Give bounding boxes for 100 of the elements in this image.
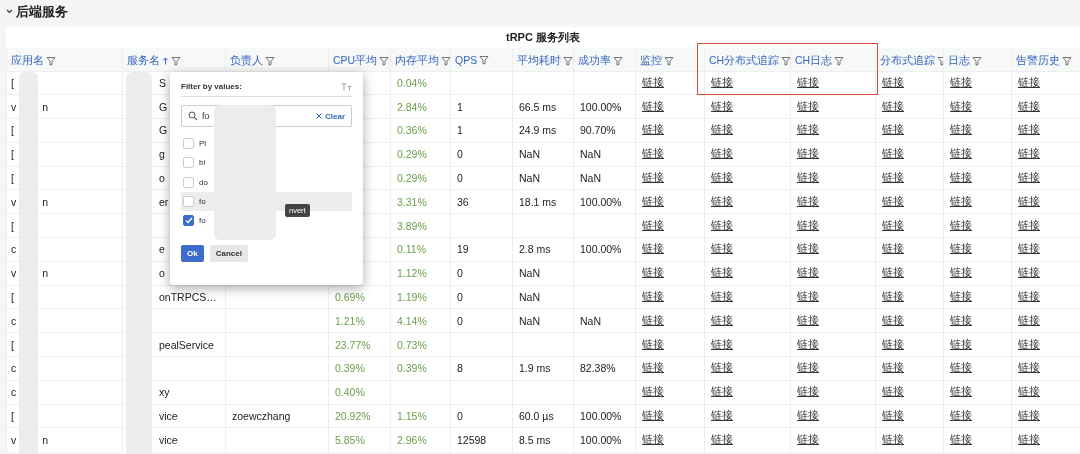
link[interactable]: 链接 bbox=[950, 242, 972, 255]
link[interactable]: 链接 bbox=[711, 385, 733, 398]
link[interactable]: 链接 bbox=[642, 147, 664, 160]
link[interactable]: 链接 bbox=[642, 290, 664, 303]
link[interactable]: 链接 bbox=[882, 218, 904, 231]
link[interactable]: 链接 bbox=[1018, 433, 1040, 446]
link[interactable]: 链接 bbox=[882, 433, 904, 446]
link[interactable]: 链接 bbox=[1018, 171, 1040, 184]
link[interactable]: 链接 bbox=[797, 147, 819, 160]
link[interactable]: 链接 bbox=[950, 409, 972, 422]
link[interactable]: 链接 bbox=[950, 266, 972, 279]
link[interactable]: 链接 bbox=[1018, 290, 1040, 303]
filter-icon[interactable] bbox=[265, 56, 275, 67]
link[interactable]: 链接 bbox=[797, 218, 819, 231]
link[interactable]: 链接 bbox=[711, 218, 733, 231]
link[interactable]: 链接 bbox=[711, 337, 733, 350]
link[interactable]: 链接 bbox=[797, 409, 819, 422]
link[interactable]: 链接 bbox=[950, 385, 972, 398]
option-label[interactable]: bi bbox=[199, 158, 206, 168]
link[interactable]: 链接 bbox=[882, 171, 904, 184]
link[interactable]: 链接 bbox=[950, 433, 972, 446]
link[interactable]: 链接 bbox=[950, 313, 972, 326]
link[interactable]: 链接 bbox=[1018, 123, 1040, 136]
filter-icon[interactable] bbox=[972, 56, 982, 67]
link[interactable]: 链接 bbox=[711, 171, 733, 184]
link[interactable]: 链接 bbox=[711, 123, 733, 136]
link[interactable]: 链接 bbox=[882, 123, 904, 136]
filter-icon[interactable] bbox=[613, 56, 623, 67]
filter-icon[interactable] bbox=[479, 55, 490, 66]
link[interactable]: 链接 bbox=[1018, 218, 1040, 231]
link[interactable]: 链接 bbox=[797, 361, 819, 374]
link[interactable]: 链接 bbox=[1018, 313, 1040, 326]
filter-icon[interactable] bbox=[46, 56, 56, 67]
link[interactable]: 链接 bbox=[642, 194, 664, 207]
link[interactable]: 链接 bbox=[642, 123, 664, 136]
link[interactable]: 链接 bbox=[950, 290, 972, 303]
link[interactable]: 链接 bbox=[642, 313, 664, 326]
ok-button[interactable]: Ok bbox=[181, 245, 204, 263]
link[interactable]: 链接 bbox=[882, 242, 904, 255]
link[interactable]: 链接 bbox=[950, 361, 972, 374]
link[interactable]: 链接 bbox=[711, 147, 733, 160]
cancel-button[interactable]: Cancel bbox=[209, 245, 248, 263]
link[interactable]: 链接 bbox=[1018, 75, 1040, 88]
link[interactable]: 链接 bbox=[711, 290, 733, 303]
link[interactable]: 链接 bbox=[1018, 266, 1040, 279]
link[interactable]: 链接 bbox=[642, 409, 664, 422]
link[interactable]: 链接 bbox=[797, 266, 819, 279]
filter-icon[interactable] bbox=[379, 56, 390, 67]
option-label[interactable]: Pl bbox=[199, 139, 207, 149]
link[interactable]: 链接 bbox=[797, 290, 819, 303]
link[interactable]: 链接 bbox=[1018, 147, 1040, 160]
link[interactable]: 链接 bbox=[882, 147, 904, 160]
link[interactable]: 链接 bbox=[882, 75, 904, 88]
link[interactable]: 链接 bbox=[642, 433, 664, 446]
link[interactable]: 链接 bbox=[950, 123, 972, 136]
link[interactable]: 链接 bbox=[1018, 361, 1040, 374]
option-label[interactable]: fo bbox=[199, 216, 206, 226]
link[interactable]: 链接 bbox=[797, 433, 819, 446]
link[interactable]: 链接 bbox=[711, 194, 733, 207]
chevron-down-icon[interactable] bbox=[6, 9, 13, 14]
checkbox[interactable] bbox=[183, 215, 194, 227]
filter-icon[interactable] bbox=[171, 56, 181, 67]
filter-icon[interactable] bbox=[937, 56, 944, 67]
link[interactable]: 链接 bbox=[1018, 194, 1040, 207]
link[interactable]: 链接 bbox=[711, 75, 733, 88]
link[interactable]: 链接 bbox=[642, 242, 664, 255]
link[interactable]: 链接 bbox=[882, 266, 904, 279]
link[interactable]: 链接 bbox=[642, 266, 664, 279]
link[interactable]: 链接 bbox=[642, 75, 664, 88]
filter-icon[interactable] bbox=[781, 56, 791, 67]
link[interactable]: 链接 bbox=[711, 409, 733, 422]
link[interactable]: 链接 bbox=[797, 313, 819, 326]
link[interactable]: 链接 bbox=[797, 171, 819, 184]
link[interactable]: 链接 bbox=[642, 361, 664, 374]
link[interactable]: 链接 bbox=[882, 385, 904, 398]
link[interactable]: 链接 bbox=[797, 99, 819, 112]
link[interactable]: 链接 bbox=[642, 337, 664, 350]
link[interactable]: 链接 bbox=[797, 75, 819, 88]
link[interactable]: 链接 bbox=[1018, 409, 1040, 422]
link[interactable]: 链接 bbox=[950, 147, 972, 160]
link[interactable]: 链接 bbox=[1018, 337, 1040, 350]
link[interactable]: 链接 bbox=[950, 337, 972, 350]
option-label[interactable]: do bbox=[199, 177, 208, 187]
link[interactable]: 链接 bbox=[711, 313, 733, 326]
link[interactable]: 链接 bbox=[950, 218, 972, 231]
link[interactable]: 链接 bbox=[797, 385, 819, 398]
link[interactable]: 链接 bbox=[711, 433, 733, 446]
section-title[interactable]: 后端服务 bbox=[16, 2, 68, 21]
filter-icon[interactable] bbox=[441, 56, 451, 67]
link[interactable]: 链接 bbox=[950, 75, 972, 88]
link[interactable]: 链接 bbox=[797, 242, 819, 255]
filter-icon[interactable] bbox=[834, 56, 845, 67]
link[interactable]: 链接 bbox=[711, 361, 733, 374]
sort-up-icon[interactable] bbox=[162, 57, 169, 66]
link[interactable]: 链接 bbox=[882, 337, 904, 350]
link[interactable]: 链接 bbox=[797, 194, 819, 207]
clear-button[interactable]: Clear bbox=[316, 111, 345, 121]
link[interactable]: 链接 bbox=[950, 194, 972, 207]
text-size-icon[interactable] bbox=[341, 82, 352, 91]
link[interactable]: 链接 bbox=[1018, 385, 1040, 398]
